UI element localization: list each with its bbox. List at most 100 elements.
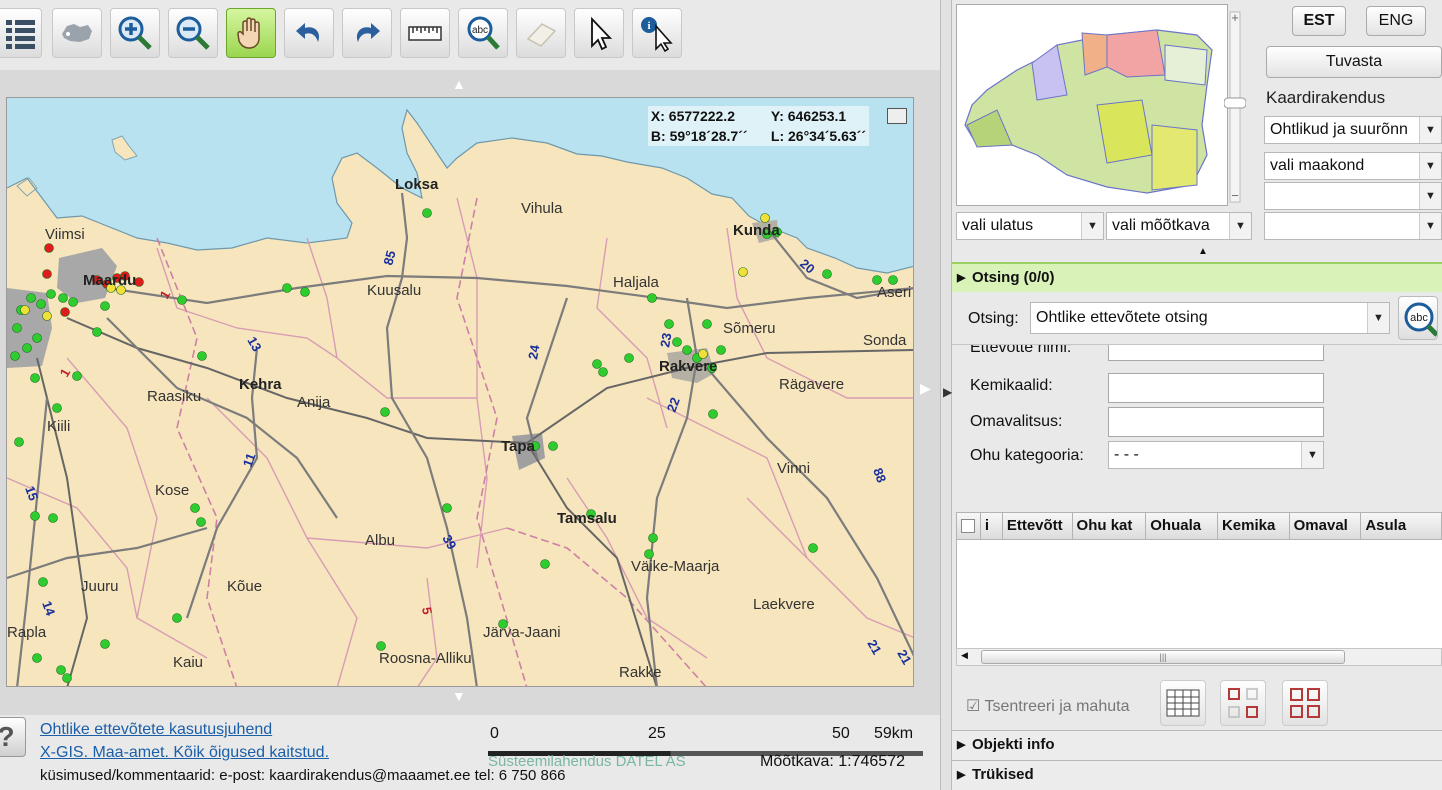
select-pointer-button[interactable] [574, 8, 624, 58]
facility-marker[interactable] [72, 371, 82, 381]
facility-marker[interactable] [422, 208, 432, 218]
facility-marker[interactable] [442, 503, 452, 513]
map-canvas[interactable]: 1 85 13 24 20 23 22 11 14 39 15 88 5 21 … [6, 97, 914, 687]
facility-marker[interactable] [672, 337, 682, 347]
scrollbar-thumb[interactable]: ||| [981, 650, 1345, 664]
empty-select[interactable]: ▼ [1264, 182, 1442, 210]
overview-map[interactable] [956, 4, 1228, 206]
danger-category-select[interactable]: - - - ▼ [1108, 441, 1324, 469]
county-select[interactable]: vali maakond ▼ [1264, 152, 1442, 180]
eraser-button[interactable] [516, 8, 566, 58]
facility-marker[interactable] [548, 441, 558, 451]
facility-marker[interactable] [282, 283, 292, 293]
facility-marker[interactable] [60, 307, 70, 317]
facility-marker[interactable] [196, 517, 206, 527]
scale-select[interactable]: vali mõõtkava ▼ [1106, 212, 1252, 240]
app-select[interactable]: Ohtlikud ja suurõnn ▼ [1264, 116, 1442, 144]
facility-marker[interactable] [190, 503, 200, 513]
layers-list-button[interactable] [0, 8, 42, 58]
column-header[interactable]: i [981, 513, 1003, 539]
facility-marker[interactable] [808, 543, 818, 553]
column-header[interactable]: Ettevõtt [1003, 513, 1073, 539]
facility-marker[interactable] [68, 297, 78, 307]
table-view-button[interactable] [1160, 680, 1206, 726]
facility-marker[interactable] [540, 559, 550, 569]
facility-marker[interactable] [38, 577, 48, 587]
facility-marker[interactable] [26, 293, 36, 303]
overview-toggle-icon[interactable] [887, 108, 907, 124]
facility-marker[interactable] [30, 511, 40, 521]
facility-marker[interactable] [52, 403, 62, 413]
search-button[interactable]: abc [1398, 296, 1438, 340]
zoom-out-button[interactable] [168, 8, 218, 58]
zoom-slider[interactable]: + − [1224, 8, 1246, 206]
facility-marker[interactable] [32, 653, 42, 663]
pan-button[interactable] [226, 8, 276, 58]
company-name-field[interactable] [1108, 345, 1324, 361]
column-header[interactable]: Asula [1361, 513, 1441, 539]
facility-marker[interactable] [56, 665, 66, 675]
facility-marker[interactable] [36, 299, 46, 309]
facility-marker[interactable] [592, 359, 602, 369]
facility-marker[interactable] [12, 323, 22, 333]
facility-marker[interactable] [648, 533, 658, 543]
facility-marker[interactable] [42, 311, 52, 321]
copyright-link[interactable]: X-GIS. Maa-amet. Kõik õigused kaitstud. [40, 744, 329, 762]
municipality-field[interactable] [1108, 407, 1324, 437]
column-header[interactable]: Ohu kat [1073, 513, 1147, 539]
language-eng-button[interactable]: ENG [1366, 6, 1426, 36]
facility-marker[interactable] [738, 267, 748, 277]
facility-marker[interactable] [598, 367, 608, 377]
column-header[interactable]: Kemika [1218, 513, 1290, 539]
facility-marker[interactable] [44, 243, 54, 253]
help-icon[interactable]: ? [0, 717, 26, 757]
find-label-button[interactable]: abc [458, 8, 508, 58]
language-est-button[interactable]: EST [1292, 6, 1346, 36]
info-pointer-button[interactable]: i [632, 8, 682, 58]
facility-marker[interactable] [30, 373, 40, 383]
user-guide-link[interactable]: Ohtlike ettevõtete kasutusjuhend [40, 721, 272, 739]
facility-marker[interactable] [172, 613, 182, 623]
facility-marker[interactable] [647, 293, 657, 303]
horizontal-scrollbar[interactable]: ◀ ||| [956, 648, 1442, 666]
facility-marker[interactable] [92, 327, 102, 337]
select-all-checkbox[interactable] [957, 513, 981, 539]
facility-marker[interactable] [300, 287, 310, 297]
column-header[interactable]: Omaval [1290, 513, 1362, 539]
facility-marker[interactable] [58, 293, 68, 303]
facility-marker[interactable] [22, 343, 32, 353]
empty-select[interactable]: ▼ [1264, 212, 1442, 240]
pan-east-arrow[interactable]: ▶ [920, 380, 931, 397]
measure-button[interactable] [400, 8, 450, 58]
center-fit-checkbox[interactable]: ☑ Tsentreeri ja mahuta [966, 696, 1129, 716]
facility-marker[interactable] [48, 513, 58, 523]
undo-button[interactable] [284, 8, 334, 58]
search-type-select[interactable]: Ohtlike ettevõtete otsing ▼ [1030, 302, 1390, 334]
collapse-arrow-icon[interactable]: ▶ [943, 385, 952, 399]
facility-marker[interactable] [20, 305, 30, 315]
facility-marker[interactable] [624, 353, 634, 363]
panel-splitter[interactable]: ▶ [940, 0, 952, 790]
facility-marker[interactable] [177, 295, 187, 305]
collapse-up-icon[interactable]: ▲ [1198, 246, 1208, 257]
facility-marker[interactable] [822, 269, 832, 279]
facility-marker[interactable] [42, 269, 52, 279]
pan-north-arrow[interactable]: ▲ [452, 76, 466, 92]
select-all-features-button[interactable] [1282, 680, 1328, 726]
facility-marker[interactable] [62, 673, 72, 683]
scroll-left-icon[interactable]: ◀ [961, 650, 968, 661]
facility-marker[interactable] [708, 409, 718, 419]
prints-panel-header[interactable]: ▶ Trükised [952, 760, 1442, 790]
column-header[interactable]: Ohuala [1146, 513, 1218, 539]
extent-select[interactable]: vali ulatus ▼ [956, 212, 1104, 240]
facility-marker[interactable] [716, 345, 726, 355]
facility-marker[interactable] [10, 351, 20, 361]
pan-south-arrow[interactable]: ▼ [452, 688, 466, 704]
facility-marker[interactable] [702, 319, 712, 329]
facility-marker[interactable] [100, 639, 110, 649]
facility-marker[interactable] [46, 289, 56, 299]
facility-marker[interactable] [380, 407, 390, 417]
full-extent-button[interactable] [52, 8, 102, 58]
restore-button[interactable]: Tuvasta [1266, 46, 1442, 78]
facility-marker[interactable] [682, 345, 692, 355]
